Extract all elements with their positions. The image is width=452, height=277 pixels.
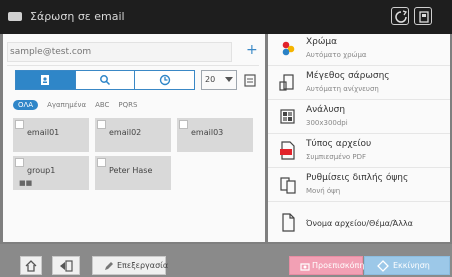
page-title: Σάρωση σε email [30,10,125,23]
destination-label: Peter Hase [109,166,153,175]
checkbox[interactable] [179,120,188,129]
start-icon [377,259,389,272]
refresh-icon [395,10,408,23]
setting-title: Χρώμα [306,37,338,47]
sort-button[interactable] [241,70,259,90]
edit-button-label: Επεξεργασία [117,261,169,270]
destination-panel: + 20 [3,34,265,242]
setting-value: 300x300dpi [306,119,348,127]
preview-button[interactable]: Προεπισκόπηση [289,256,375,275]
destination-label: email03 [191,128,224,137]
destination-tile[interactable]: email03 [177,118,253,152]
back-button[interactable] [52,256,80,275]
destination-tile[interactable]: email02 [95,118,171,152]
setting-color[interactable]: Χρώμα Αυτόματο χρώμα [268,34,450,66]
index-select[interactable]: 20 [201,70,237,90]
setting-title: Μέγεθος σάρωσης [306,71,390,81]
sort-icon [244,74,256,87]
setting-scan-size[interactable]: Μέγεθος σάρωσης Αυτόματη ανίχνευση [268,68,450,100]
address-row: + [7,40,259,66]
filter-chips: ΟΛΑ Αγαπημένα ABC PQRS [13,98,146,112]
setting-title: Τύπος αρχείου [306,139,372,149]
file-type-icon [280,141,295,160]
destination-tile[interactable]: email01 [13,118,89,152]
add-address-button[interactable]: + [246,42,258,58]
back-icon [60,259,73,272]
home-icon [25,259,37,272]
screen-icon [8,12,22,21]
pencil-icon [105,261,113,270]
index-select-value: 20 [205,75,216,84]
destination-tile[interactable]: Peter Hase [95,156,171,190]
destination-label: email02 [109,128,142,137]
destination-tile[interactable]: group1 ■■ [13,156,89,190]
tab-history[interactable] [135,71,195,89]
filter-favorites[interactable]: Αγαπημένα [47,101,86,109]
settings-icon [419,11,429,23]
email-address-input[interactable] [7,42,232,62]
scan-size-icon [279,74,294,91]
setting-title: Ανάλυση [306,105,346,115]
tab-search[interactable] [75,71,136,89]
history-icon [159,74,170,86]
chevron-down-icon [225,77,233,82]
setting-resolution[interactable]: Ανάλυση 300x300dpi [268,102,450,134]
setting-filename-subject[interactable]: Όνομα αρχείου/Θέμα/Άλλα [268,208,450,240]
bottom-toolbar: Επεξεργασία Προεπισκόπηση Εκκίνηση [0,244,452,277]
edit-button[interactable]: Επεξεργασία [92,256,169,275]
checkbox[interactable] [15,120,24,129]
home-button[interactable] [20,256,42,275]
setting-value: Μονή όψη [306,187,341,195]
refresh-button[interactable] [391,7,409,25]
scan-settings-panel: Χρώμα Αυτόματο χρώμα Μέγεθος σάρωσης Αυτ… [268,34,450,242]
destination-label: email01 [27,128,60,137]
search-icon [100,75,111,86]
setting-title: Ρυθμίσεις διπλής όψης [306,173,409,183]
checkbox[interactable] [97,158,106,167]
title-bar: Σάρωση σε email [0,0,452,34]
setting-value: Αυτόματη ανίχνευση [306,85,379,93]
resolution-icon [280,109,295,124]
view-tabs [15,70,195,90]
duplex-icon [280,177,296,194]
setting-value: Αυτόματο χρώμα [306,51,367,59]
setting-file-type[interactable]: Τύπος αρχείου Συμπιεσμένο PDF [268,136,450,168]
checkbox[interactable] [15,158,24,167]
filter-all[interactable]: ΟΛΑ [13,100,39,110]
start-button-label: Εκκίνηση [393,261,430,270]
destination-label: group1 [27,166,56,175]
setting-duplex[interactable]: Ρυθμίσεις διπλής όψης Μονή όψη [268,170,450,202]
color-icon [282,41,295,56]
checkbox[interactable] [97,120,106,129]
tab-address-book[interactable] [16,71,76,89]
document-icon [282,213,295,232]
preview-icon [300,262,310,271]
settings-button[interactable] [414,7,432,25]
setting-value: Συμπιεσμένο PDF [306,153,367,161]
filter-abc[interactable]: ABC [95,101,109,109]
address-book-icon [41,75,50,85]
start-button[interactable]: Εκκίνηση [364,256,450,275]
group-icon: ■■ [19,179,33,187]
setting-title: Όνομα αρχείου/Θέμα/Άλλα [306,219,413,228]
filter-pqrs[interactable]: PQRS [118,101,137,109]
